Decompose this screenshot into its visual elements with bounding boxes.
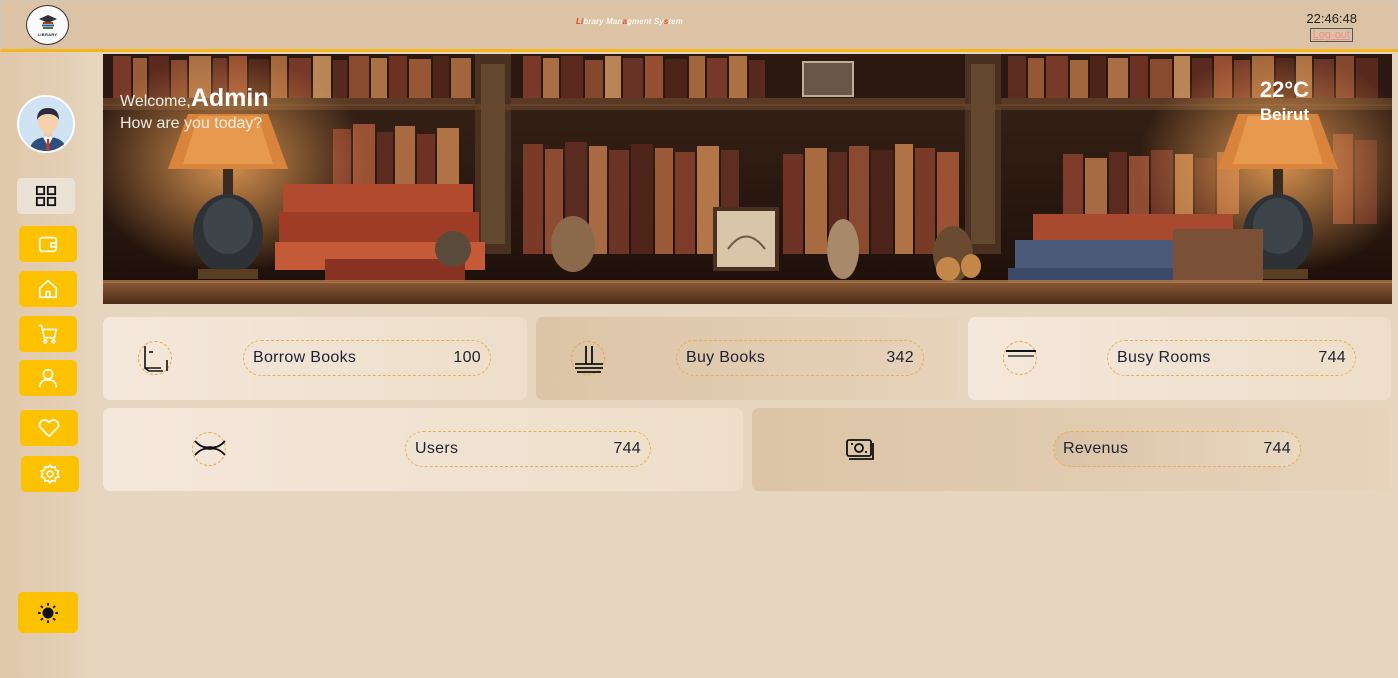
user-name: Admin bbox=[190, 84, 269, 112]
sidebar-item-favorites[interactable] bbox=[20, 410, 78, 446]
stat-card-revenue[interactable]: Revenus 744 bbox=[752, 408, 1391, 491]
admin-avatar-icon bbox=[19, 97, 73, 151]
stat-card-borrow-books[interactable]: Borrow Books 100 bbox=[103, 317, 527, 400]
stat-label: Busy Rooms bbox=[1117, 349, 1211, 366]
home-icon bbox=[38, 279, 58, 299]
user-icon bbox=[38, 368, 58, 388]
app-title: Library Managment System bbox=[576, 17, 683, 26]
stat-card-users[interactable]: Users 744 bbox=[103, 408, 743, 491]
wallet-icon bbox=[38, 236, 58, 253]
greeting-text: How are you today? bbox=[120, 115, 263, 132]
sidebar-item-settings[interactable] bbox=[21, 456, 79, 492]
sidebar-item-user[interactable] bbox=[19, 360, 77, 396]
stat-card-buy-books[interactable]: Buy Books 342 bbox=[536, 317, 959, 400]
temperature: 22°C bbox=[1259, 77, 1309, 102]
stat-value: 744 bbox=[613, 440, 641, 457]
cart-icon bbox=[38, 324, 58, 344]
sidebar-item-dashboard[interactable] bbox=[17, 178, 75, 214]
library-logo[interactable]: LIBRARY bbox=[26, 5, 69, 45]
stat-value: 342 bbox=[886, 349, 914, 366]
stat-pill: Buy Books 342 bbox=[676, 340, 924, 376]
sidebar-item-wallet[interactable] bbox=[19, 226, 77, 262]
sidebar bbox=[0, 52, 96, 678]
stat-pill: Users 744 bbox=[405, 431, 651, 467]
stat-pill: Busy Rooms 744 bbox=[1107, 340, 1356, 376]
clock: 22:46:48 bbox=[1306, 11, 1357, 26]
revenue-icon bbox=[843, 432, 877, 466]
top-bar: LIBRARY Library Managment System 22:46:4… bbox=[0, 0, 1398, 52]
stat-label: Buy Books bbox=[686, 349, 766, 366]
bookshelf-illustration bbox=[103, 54, 1392, 304]
sidebar-item-home[interactable] bbox=[19, 271, 77, 307]
logout-link[interactable]: Log-out bbox=[1309, 28, 1353, 42]
heart-icon bbox=[38, 419, 60, 438]
busy-rooms-icon bbox=[1003, 341, 1037, 375]
gear-icon bbox=[40, 463, 60, 485]
avatar[interactable] bbox=[17, 95, 75, 153]
weather-widget: 22°C Beirut bbox=[1260, 77, 1309, 125]
stat-pill: Revenus 744 bbox=[1053, 431, 1301, 467]
buy-books-icon bbox=[571, 341, 605, 375]
logo-text: LIBRARY bbox=[37, 31, 58, 37]
welcome-block: Welcome,Admin How are you today? bbox=[120, 84, 269, 133]
grid-icon bbox=[35, 185, 57, 207]
stat-pill: Borrow Books 100 bbox=[243, 340, 491, 376]
stat-label: Users bbox=[415, 440, 459, 457]
welcome-prefix: Welcome, bbox=[120, 93, 191, 110]
theme-toggle-button[interactable] bbox=[18, 592, 78, 633]
graduation-cap-icon bbox=[38, 14, 57, 29]
stat-value: 744 bbox=[1318, 349, 1346, 366]
stat-value: 744 bbox=[1263, 440, 1291, 457]
stat-card-busy-rooms[interactable]: Busy Rooms 744 bbox=[968, 317, 1391, 400]
sun-icon bbox=[37, 602, 59, 623]
borrow-books-icon bbox=[138, 341, 172, 375]
users-icon bbox=[192, 432, 226, 466]
sidebar-item-cart[interactable] bbox=[19, 316, 77, 352]
stat-label: Revenus bbox=[1063, 440, 1129, 457]
stat-label: Borrow Books bbox=[253, 349, 357, 366]
stat-value: 100 bbox=[453, 349, 481, 366]
library-banner: Welcome,Admin How are you today? 22°C Be… bbox=[103, 54, 1392, 304]
city-name: Beirut bbox=[1259, 105, 1309, 124]
